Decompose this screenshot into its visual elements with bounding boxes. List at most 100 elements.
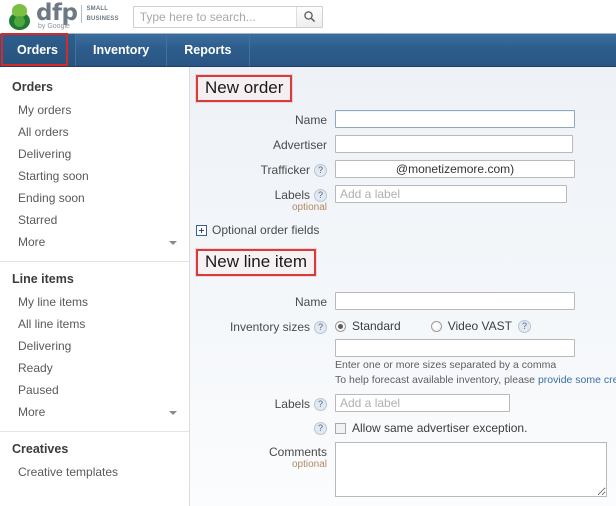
optional-order-fields-expander[interactable]: Optional order fields [190,220,616,237]
dfp-small-business-logo[interactable]: dfp SMALL BUSINESS by Google [8,0,119,32]
sidebar-item-ready[interactable]: Ready [0,358,189,380]
sidebar-heading-creatives: Creatives [12,442,69,456]
search-button[interactable] [295,6,322,27]
same-advertiser-checkbox-row: Allow same advertiser exception. [335,419,527,435]
main-content-panel: New order Name Advertiser Trafficker ? @… [190,67,616,506]
radio-video-vast[interactable] [430,320,442,332]
logo-edition-line2: BUSINESS [86,15,119,22]
line-item-labels-label: Labels [274,397,310,411]
line-item-labels-help-icon[interactable]: ? [314,397,327,411]
sidebar-item-label: More [18,405,46,419]
inventory-sizes-label: Inventory sizes [229,320,310,334]
line-item-name-row: Name [190,292,616,310]
new-line-item-heading: New line item [196,249,317,276]
inventory-type-radio-group: Standard Video VAST ? [335,317,616,333]
video-vast-help-icon[interactable]: ? [517,319,531,333]
new-order-heading: New order [196,75,293,102]
inventory-sizes-input[interactable] [335,339,575,357]
comments-label-wrap: Comments optional [190,442,335,470]
sidebar-group-creatives: Creatives Creative templates [0,431,189,486]
inventory-sizes-hint-line1: Enter one or more sizes separated by a c… [335,359,557,371]
sidebar-item-label: My line items [18,295,89,309]
order-trafficker-label-wrap: Trafficker ? [190,160,335,177]
inventory-sizes-help-icon[interactable]: ? [314,320,327,334]
new-order-heading-wrap: New order [190,67,293,106]
same-advertiser-help-icon[interactable]: ? [314,422,327,435]
sidebar-heading-orders: Orders [12,80,53,94]
radio-standard-label[interactable]: Standard [352,319,401,333]
sidebar-item-label: All orders [18,125,69,139]
order-name-input[interactable] [335,110,575,128]
inventory-sizes-hint-prefix: To help forecast available inventory, pl… [335,374,538,386]
sidebar-item-label: Starting soon [18,169,89,183]
order-advertiser-input[interactable] [335,135,573,153]
google-leaf-logo-icon [8,3,32,30]
nav-tab-orders[interactable]: Orders [0,34,76,66]
order-trafficker-input[interactable] [335,160,575,178]
sidebar-group-line-items: Line items My line items All line items … [0,261,189,426]
order-labels-label: Labels [274,188,310,202]
nav-tab-inventory-label: Inventory [93,43,150,57]
optional-order-fields-label: Optional order fields [212,223,320,237]
sidebar-item-label: Ending soon [18,191,85,205]
line-item-name-label: Name [294,295,327,309]
trafficker-help-icon[interactable]: ? [314,163,327,177]
nav-tab-reports[interactable]: Reports [167,34,250,66]
order-labels-input[interactable] [335,185,567,203]
sidebar-item-ending-soon[interactable]: Ending soon [0,188,189,210]
order-labels-optional-text: optional [291,202,327,213]
chevron-down-icon [169,410,177,415]
creative-details-link[interactable]: provide some creative details [538,374,616,386]
comments-textarea[interactable] [335,442,607,497]
same-advertiser-checkbox[interactable] [335,422,346,434]
order-name-row: Name [190,110,616,128]
sidebar-item-all-line-items[interactable]: All line items [0,314,189,336]
sidebar-item-starred[interactable]: Starred [0,210,189,232]
sidebar-group-orders: Orders My orders All orders Delivering S… [0,77,189,256]
radio-video-vast-label[interactable]: Video VAST [448,319,512,333]
sidebar-item-label: Paused [18,383,59,397]
new-line-item-heading-wrap: New line item [190,237,317,280]
radio-standard[interactable] [335,320,346,332]
sidebar-item-label: Delivering [18,339,72,353]
sidebar-item-paused[interactable]: Paused [0,380,189,402]
inventory-sizes-label-wrap: Inventory sizes ? [190,317,335,334]
sidebar-item-line-items-more[interactable]: More [0,402,189,424]
inventory-sizes-row: Inventory sizes ? Standard Video VAST ? … [190,317,616,387]
sidebar-item-creative-templates[interactable]: Creative templates [0,462,189,484]
sidebar-item-delivering-orders[interactable]: Delivering [0,144,189,166]
sidebar-heading-line-items: Line items [12,272,74,286]
same-advertiser-label[interactable]: Allow same advertiser exception. [352,421,527,435]
same-advertiser-label-wrap: ? [190,419,335,435]
line-item-labels-input[interactable] [335,394,510,412]
sidebar-item-orders-more[interactable]: More [0,232,189,254]
sidebar-item-label: My orders [18,103,72,117]
order-labels-label-wrap: Labels ? optional [190,185,335,213]
nav-tab-orders-label: Orders [17,43,58,57]
sidebar-item-label: Creative templates [18,465,119,479]
sidebar-item-label: All line items [18,317,86,331]
page-body: Orders My orders All orders Delivering S… [0,67,616,506]
logo-divider [81,4,83,23]
sidebar-item-all-orders[interactable]: All orders [0,122,189,144]
nav-tab-inventory[interactable]: Inventory [76,34,168,66]
sidebar-item-my-orders[interactable]: My orders [0,100,189,122]
logo-wordmark: dfp [36,0,78,26]
order-trafficker-label: Trafficker [260,163,310,177]
order-trafficker-row: Trafficker ? [190,160,616,178]
search-input[interactable] [133,6,296,27]
sidebar-item-my-line-items[interactable]: My line items [0,292,189,314]
order-labels-help-icon[interactable]: ? [314,188,327,202]
comments-optional-text: optional [291,459,327,470]
line-item-name-input[interactable] [335,292,575,310]
order-labels-row: Labels ? optional [190,185,616,213]
sidebar-item-starting-soon[interactable]: Starting soon [0,166,189,188]
search-box[interactable] [132,5,323,28]
sidebar-item-label: Delivering [18,147,72,161]
logo-edition-line1: SMALL [86,5,109,12]
sidebar-item-label: Ready [18,361,53,375]
comments-label: Comments [268,445,327,459]
inventory-sizes-hint-line2: To help forecast available inventory, pl… [335,372,616,387]
search-icon [303,11,315,23]
sidebar-item-delivering-line-items[interactable]: Delivering [0,336,189,358]
